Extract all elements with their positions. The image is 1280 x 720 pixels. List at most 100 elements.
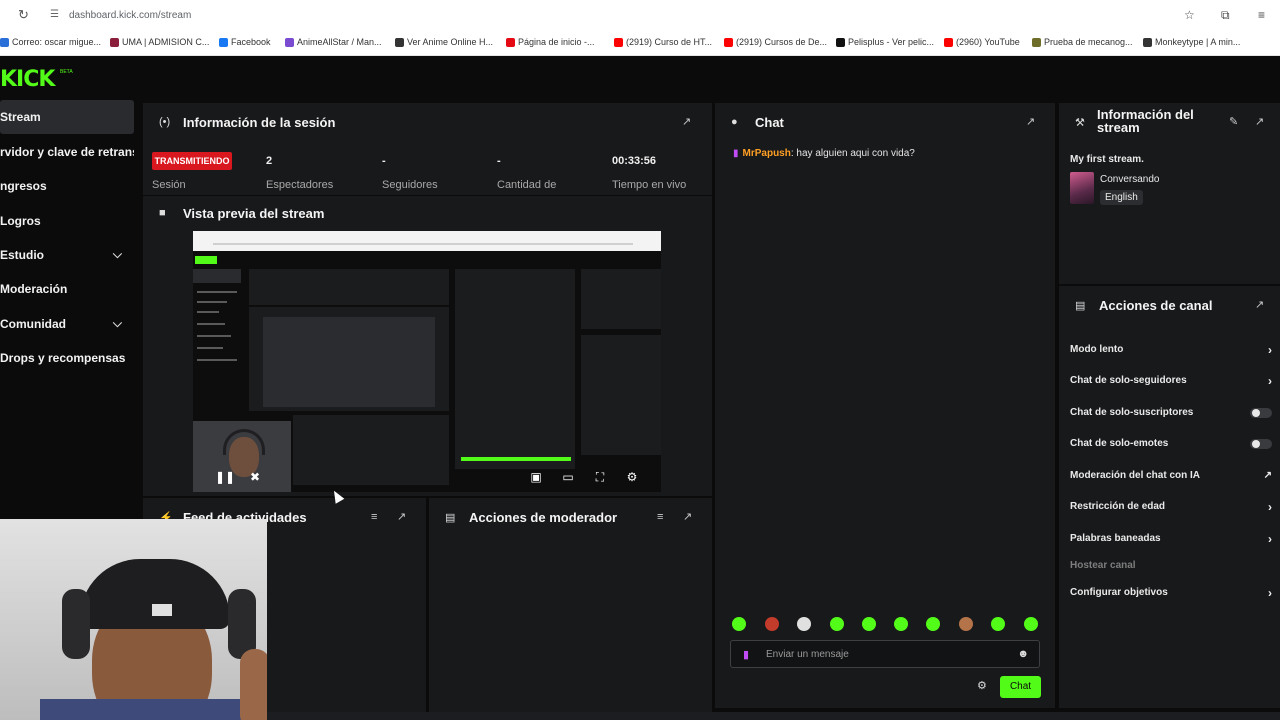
preview-chat-block [455, 269, 575, 469]
action-banned-words[interactable]: Palabras baneadas › [1070, 532, 1274, 547]
emote-icon[interactable] [862, 617, 876, 631]
bookmark-item[interactable]: (2919) Curso de HT... [614, 37, 712, 47]
stat-label-live-time: Tiempo en vivo [612, 179, 687, 191]
webcam-shirt [40, 699, 260, 720]
action-age-restriction[interactable]: Restricción de edad › [1070, 500, 1274, 515]
popout-icon[interactable]: ↗ [397, 511, 409, 523]
action-ai-moderation[interactable]: Moderación del chat con IA ↗ [1070, 470, 1274, 484]
chat-username[interactable]: MrPapush [743, 148, 791, 159]
filter-icon[interactable]: ≡ [657, 511, 669, 523]
emote-icon[interactable] [926, 617, 940, 631]
chat-message-text: hay alguien aqui con vida? [796, 148, 915, 159]
webcam-hand [240, 649, 267, 720]
emotes-only-toggle[interactable] [1250, 439, 1272, 449]
emote-icon[interactable] [991, 617, 1005, 631]
session-info-panel: (•) Información de la sesión ↗ Sesión 2 … [143, 103, 712, 195]
bookmark-item[interactable]: Página de inicio -... [506, 37, 595, 47]
url-text[interactable]: dashboard.kick.com/stream [69, 10, 191, 21]
category-thumbnail [1070, 172, 1094, 204]
bookmark-favicon-icon [944, 37, 953, 47]
emote-icon[interactable] [894, 617, 908, 631]
bookmark-favicon-icon [285, 37, 294, 47]
sidebar-item-studio[interactable]: Estudio ⌵ [0, 238, 134, 272]
bookmark-item[interactable]: (2960) YouTube [944, 37, 1020, 47]
chevron-right-icon: › [1268, 500, 1272, 514]
mute-icon[interactable]: ✖ [248, 470, 262, 484]
bookmark-item[interactable]: AnimeAllStar / Man... [285, 37, 382, 47]
stream-category: Conversando [1100, 174, 1160, 185]
emoji-icon[interactable]: ☻ [1017, 648, 1029, 660]
subscribers-only-toggle[interactable] [1250, 408, 1272, 418]
chat-settings-gear-icon[interactable]: ⚙ [977, 680, 989, 692]
preview-webcam [193, 421, 291, 492]
sidebar-item-server-key[interactable]: rvidor y clave de retransm [0, 135, 134, 169]
extensions-icon[interactable]: ⧉ [1221, 8, 1230, 23]
bookmark-favicon-icon [1032, 37, 1041, 47]
action-host-channel[interactable]: Hostear canal [1070, 560, 1274, 574]
panel-title: Chat [755, 115, 784, 130]
popout-icon[interactable]: ↗ [1026, 116, 1038, 128]
settings-gear-icon[interactable]: ⚙ [625, 470, 639, 484]
action-slow-mode[interactable]: Modo lento › [1070, 343, 1274, 358]
chevron-right-icon: › [1268, 374, 1272, 388]
bookmark-favicon-icon [1143, 37, 1152, 47]
action-subscribers-only: Chat de solo-suscriptores [1070, 407, 1274, 421]
moderator-actions-panel: ▤ Acciones de moderador ≡ ↗ [429, 498, 712, 720]
preview-session-block [249, 269, 449, 305]
emote-icon[interactable] [797, 617, 811, 631]
sidebar-item-community[interactable]: Comunidad ⌵ [0, 307, 134, 341]
stream-preview-video[interactable]: ❚❚ ✖ ▣ ▭ ⛶ ⚙ [193, 231, 661, 492]
bookmark-star-icon[interactable]: ☆ [1184, 8, 1195, 22]
panel-title: Información de la sesión [183, 115, 336, 130]
sidebar-item-stream[interactable]: Stream [0, 100, 134, 134]
preview-line [197, 301, 227, 303]
sidebar-item-drops[interactable]: Drops y recompensas [0, 341, 134, 375]
preview-sidebar-active [193, 269, 241, 283]
popout-icon[interactable]: ↗ [1255, 299, 1267, 311]
bookmark-item[interactable]: Pelisplus - Ver pelic... [836, 37, 934, 47]
pause-icon[interactable]: ❚❚ [215, 470, 235, 484]
live-status-badge: TRANSMITIENDO [152, 152, 232, 170]
beta-badge: BETA [60, 69, 73, 75]
bookmark-item[interactable]: Prueba de mecanog... [1032, 37, 1133, 47]
panel-header: ● Chat ↗ [715, 103, 1055, 141]
panel-title: Acciones de canal [1099, 298, 1213, 313]
filter-icon[interactable]: ≡ [371, 511, 383, 523]
reload-icon[interactable]: ↻ [18, 8, 32, 22]
preview-info-block [581, 269, 661, 329]
picture-in-picture-icon[interactable]: ▣ [529, 470, 543, 484]
kick-logo[interactable]: KICK [0, 67, 55, 92]
bookmark-favicon-icon [506, 37, 515, 47]
panel-header: ▤ Acciones de canal ↗ [1059, 286, 1280, 324]
bookmark-item[interactable]: Monkeytype | A min... [1143, 37, 1240, 47]
theater-mode-icon[interactable]: ▭ [561, 470, 575, 484]
bookmark-item[interactable]: Ver Anime Online H... [395, 37, 493, 47]
stat-label-followers: Seguidores [382, 179, 438, 191]
bookmark-item[interactable]: Facebook [219, 37, 271, 47]
edit-pencil-icon[interactable]: ✎ [1229, 116, 1241, 128]
chat-send-button[interactable]: Chat [1000, 676, 1041, 698]
emote-icon[interactable] [830, 617, 844, 631]
sidebar-item-moderation[interactable]: Moderación [0, 272, 134, 306]
emote-icon[interactable] [1024, 617, 1038, 631]
action-configure-goals[interactable]: Configurar objetivos › [1070, 586, 1274, 601]
action-followers-only[interactable]: Chat de solo-seguidores › [1070, 374, 1274, 389]
popout-icon[interactable]: ↗ [1255, 116, 1267, 128]
menu-icon[interactable]: ≡ [1258, 8, 1265, 22]
emote-icon[interactable] [732, 617, 746, 631]
chat-message-input[interactable]: ▮ Enviar un mensaje ☻ [730, 640, 1040, 668]
popout-icon[interactable]: ↗ [683, 511, 695, 523]
emote-icon[interactable] [959, 617, 973, 631]
stat-label-count: Cantidad de [497, 179, 557, 191]
bookmark-item[interactable]: UMA | ADMISION C... [110, 37, 209, 47]
bookmark-item[interactable]: (2919) Cursos de De... [724, 37, 827, 47]
fullscreen-icon[interactable]: ⛶ [593, 470, 607, 484]
emote-icon[interactable] [765, 617, 779, 631]
preview-line [197, 291, 237, 293]
site-info-icon[interactable]: ☰ [50, 9, 62, 21]
bookmark-item[interactable]: Correo: oscar migue... [0, 37, 101, 47]
popout-icon[interactable]: ↗ [682, 116, 694, 128]
sidebar-item-achievements[interactable]: Logros [0, 204, 134, 238]
sidebar-item-income[interactable]: ngresos [0, 169, 134, 203]
channel-actions-icon: ▤ [1075, 300, 1086, 312]
